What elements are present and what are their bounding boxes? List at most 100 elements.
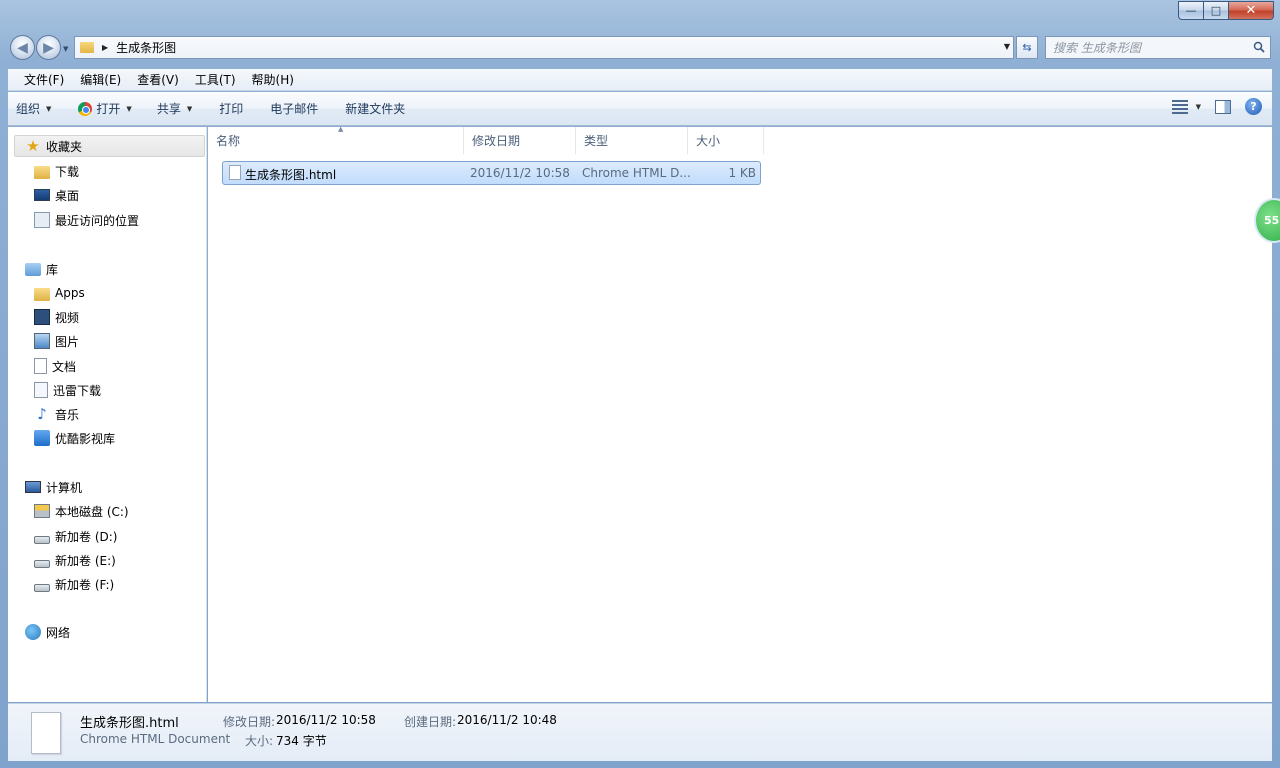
column-header-name[interactable]: ▲ 名称	[208, 125, 464, 154]
sidebar-item-drive-f[interactable]: 新加卷 (F:)	[34, 573, 114, 595]
open-button[interactable]: 打开 ▼	[60, 92, 140, 125]
document-icon	[34, 358, 47, 374]
details-created-value: 2016/11/2 10:48	[457, 713, 557, 727]
minimize-button[interactable]: —	[1178, 1, 1204, 20]
sidebar-item-label: 新加卷 (E:)	[55, 553, 116, 568]
search-placeholder: 搜索 生成条形图	[1053, 41, 1141, 55]
sidebar-item-network[interactable]: 网络	[25, 621, 70, 643]
html-file-icon	[229, 165, 241, 180]
sidebar-item-libraries[interactable]: 库	[25, 258, 58, 280]
sidebar-item-label: 音乐	[55, 407, 80, 422]
sidebar-item-drive-c[interactable]: 本地磁盘 (C:)	[34, 500, 129, 522]
file-list-pane[interactable]: ▲ 名称 修改日期 类型 大小 生成条形图.html 2016/11/2 10:…	[208, 125, 1272, 702]
drive-icon	[34, 584, 50, 592]
sidebar-item-label: 优酷影视库	[55, 431, 116, 446]
refresh-button[interactable]: ⇆	[1016, 36, 1038, 59]
print-label: 打印	[219, 102, 244, 116]
print-button[interactable]: 打印	[201, 92, 252, 125]
sidebar-item-pictures[interactable]: 图片	[34, 330, 79, 352]
new-folder-button[interactable]: 新建文件夹	[327, 92, 414, 125]
sidebar-item-apps[interactable]: Apps	[34, 282, 85, 304]
sidebar-item-label: 文档	[52, 359, 77, 374]
maximize-button[interactable]: □	[1204, 1, 1229, 20]
chevron-down-icon: ▼	[186, 104, 193, 113]
address-dropdown-icon[interactable]: ▼	[1004, 42, 1010, 51]
sidebar-item-label: 迅雷下载	[53, 383, 102, 398]
details-size-label: 大小:	[245, 734, 274, 748]
forward-button[interactable]: ▶	[36, 35, 61, 60]
sidebar-item-label: 桌面	[55, 188, 80, 203]
breadcrumb-current[interactable]: 生成条形图	[116, 39, 176, 56]
sidebar-item-computer[interactable]: 计算机	[25, 476, 82, 498]
help-icon[interactable]: ?	[1245, 98, 1262, 115]
sidebar-item-youku[interactable]: 优酷影视库	[34, 427, 115, 449]
sort-ascending-icon: ▲	[338, 125, 344, 133]
details-size-value: 734 字节	[276, 734, 327, 748]
menu-view[interactable]: 查看(V)	[129, 71, 187, 88]
folder-icon	[80, 42, 94, 53]
video-icon	[34, 309, 50, 325]
music-icon: ♪	[37, 405, 47, 423]
sidebar-item-label: 收藏夹	[46, 139, 83, 154]
sidebar-item-music[interactable]: ♪ 音乐	[34, 403, 79, 425]
search-input[interactable]: 搜索 生成条形图	[1045, 36, 1271, 59]
arrow-right-icon: ▶	[43, 39, 54, 56]
menu-edit[interactable]: 编辑(E)	[72, 71, 129, 88]
computer-icon	[25, 481, 41, 493]
sidebar-item-drive-d[interactable]: 新加卷 (D:)	[34, 525, 117, 547]
sidebar-item-label: 视频	[55, 310, 80, 325]
sidebar-item-label: 网络	[46, 625, 71, 640]
share-button[interactable]: 共享 ▼	[141, 92, 201, 125]
menu-bar: 文件(F) 编辑(E) 查看(V) 工具(T) 帮助(H)	[8, 69, 1272, 91]
sidebar-item-videos[interactable]: 视频	[34, 306, 79, 328]
column-header-type[interactable]: 类型	[576, 127, 688, 154]
organize-button[interactable]: 组织 ▼	[8, 92, 60, 125]
folder-icon	[34, 165, 50, 179]
sidebar-item-label: 新加卷 (D:)	[55, 529, 118, 544]
preview-pane-icon[interactable]	[1215, 99, 1231, 114]
column-header-size[interactable]: 大小	[688, 127, 764, 154]
refresh-icon: ⇆	[1022, 41, 1032, 54]
column-header-modified[interactable]: 修改日期	[464, 127, 576, 154]
details-filename: 生成条形图.html	[80, 716, 179, 731]
sidebar-item-label: 计算机	[46, 480, 83, 495]
address-bar[interactable]: ▶ 生成条形图 ▼	[74, 36, 1014, 59]
close-button[interactable]: ✕	[1229, 1, 1274, 20]
sidebar-item-xunlei[interactable]: 迅雷下载	[34, 379, 101, 401]
drive-icon	[34, 560, 50, 568]
sidebar-item-desktop[interactable]: 桌面	[34, 184, 79, 206]
organize-label: 组织	[16, 102, 41, 116]
menu-tools[interactable]: 工具(T)	[187, 71, 244, 88]
video-library-icon	[34, 430, 50, 446]
breadcrumb-separator-icon[interactable]: ▶	[102, 43, 108, 52]
navigation-bar: ◀ ▶ ▼ ▶ 生成条形图 ▼ ⇆ 搜索 生成条形图	[0, 30, 1280, 66]
caption-buttons: — □ ✕	[1178, 1, 1274, 21]
details-modified-value: 2016/11/2 10:58	[276, 713, 376, 727]
back-button[interactable]: ◀	[10, 35, 35, 60]
sidebar-item-documents[interactable]: 文档	[34, 355, 76, 377]
file-row[interactable]: 生成条形图.html 2016/11/2 10:58 Chrome HTML D…	[222, 161, 761, 185]
explorer-window: — □ ✕ ◀ ▶ ▼ ▶ 生成条形图 ▼ ⇆ 搜索 生成条形图 文件(F) 编…	[0, 0, 1280, 768]
network-icon	[25, 624, 41, 640]
navigation-pane: ★ 收藏夹 下载 桌面 最近访问的位置 库 Apps 视频 图片 文档 迅雷下载…	[8, 127, 207, 702]
change-view-button[interactable]: ▼	[1171, 99, 1201, 114]
pictures-icon	[34, 333, 50, 349]
recent-pages-dropdown[interactable]: ▼	[63, 45, 68, 53]
sidebar-item-favorites[interactable]: ★ 收藏夹	[14, 135, 205, 157]
email-label: 电子邮件	[270, 102, 319, 116]
open-label: 打开	[96, 102, 121, 116]
search-icon[interactable]	[1253, 41, 1265, 53]
file-name: 生成条形图.html	[245, 168, 337, 182]
email-button[interactable]: 电子邮件	[252, 92, 327, 125]
folder-icon	[34, 287, 50, 301]
file-size: 1 KB	[728, 166, 756, 180]
sidebar-item-label: 新加卷 (F:)	[55, 577, 115, 592]
menu-help[interactable]: 帮助(H)	[244, 71, 302, 88]
menu-file[interactable]: 文件(F)	[16, 71, 72, 88]
file-modified: 2016/11/2 10:58	[470, 166, 570, 180]
sidebar-item-drive-e[interactable]: 新加卷 (E:)	[34, 549, 116, 571]
file-type: Chrome HTML D...	[582, 166, 691, 180]
sidebar-item-downloads[interactable]: 下载	[34, 160, 79, 182]
sidebar-item-recent-places[interactable]: 最近访问的位置	[34, 209, 139, 231]
sidebar-item-label: Apps	[55, 286, 85, 300]
